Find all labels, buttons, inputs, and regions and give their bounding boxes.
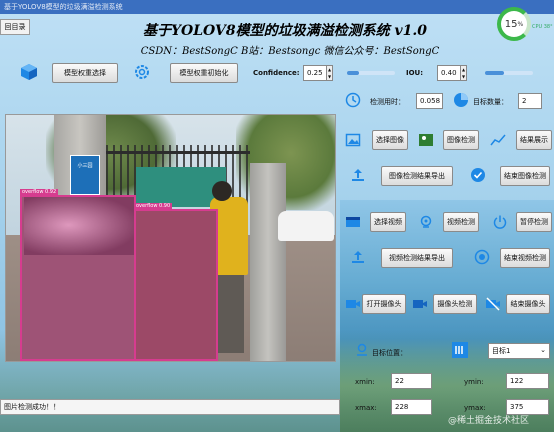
iou-spinner[interactable]: ▲ ▼: [460, 65, 467, 81]
export-icon: [351, 250, 365, 264]
detect-video-button[interactable]: 视频检测: [443, 212, 479, 232]
target-count-value: 2: [518, 93, 542, 109]
confidence-slider-fill: [347, 71, 359, 75]
detect-time-value: 0.058: [416, 93, 443, 109]
detection-label: overflow 0.92: [20, 189, 59, 196]
window-title: 基于YOLOV8模型的垃圾满溢检测系统: [4, 3, 123, 11]
confidence-slider[interactable]: [347, 71, 395, 75]
confidence-label: Confidence:: [253, 69, 300, 77]
export-image-result-button[interactable]: 图像检测结果导出: [381, 166, 453, 186]
target-select[interactable]: 目标1 ⌄: [488, 343, 550, 359]
back-to-menu-button[interactable]: 回目录: [0, 19, 30, 35]
end-video-detect-button[interactable]: 结束视频检测: [500, 248, 550, 268]
xmax-value: 228: [391, 399, 432, 415]
xmin-label: xmin:: [355, 378, 375, 386]
watermark: @稀土掘金技术社区: [448, 416, 530, 426]
export-video-result-button[interactable]: 视频检测结果导出: [381, 248, 453, 268]
ymin-label: ymin:: [464, 378, 484, 386]
app-title: 基于YOLOV8模型的垃圾满溢检测系统 v1.0: [143, 23, 427, 39]
ymin-value: 122: [506, 373, 549, 389]
init-model-button[interactable]: 模型权重初始化: [170, 63, 238, 83]
chevron-down-icon: ⌄: [540, 346, 546, 354]
video-icon: [345, 214, 361, 230]
camera-off-icon: [485, 296, 501, 312]
detection-label: overflow 0.90: [134, 203, 173, 210]
iou-slider-fill: [485, 71, 505, 75]
detect-camera-button[interactable]: 摄像头检测: [433, 294, 477, 314]
scene-pillar-right: [250, 163, 286, 361]
target-select-value: 目标1: [492, 347, 511, 355]
detect-time-label: 检测用时：: [370, 98, 405, 106]
detection-box: overflow 0.92: [20, 189, 136, 361]
scene-sign: 小三园: [70, 155, 100, 195]
image-icon: [345, 132, 361, 148]
show-result-button[interactable]: 结果展示: [516, 130, 552, 150]
scene-sign-text: 小三园: [77, 163, 93, 169]
confidence-input[interactable]: 0.25: [303, 65, 327, 81]
performance-score-ring: 15%: [497, 7, 531, 41]
end-camera-button[interactable]: 结束摄像头: [506, 294, 550, 314]
power-icon: [492, 214, 508, 230]
iou-label: IOU:: [406, 69, 424, 77]
ymax-label: ymax:: [464, 404, 486, 412]
status-bar: 图片检测成功！！: [0, 399, 340, 415]
iou-slider[interactable]: [485, 71, 533, 75]
cpu-temp: CPU 38°: [532, 24, 553, 30]
app-subtitle: CSDN：BestSongC B站：Bestsongc 微信公众号：BestSo…: [140, 46, 440, 57]
clock-icon: [345, 92, 361, 108]
detect-image-button[interactable]: 图像检测: [443, 130, 479, 150]
performance-score-unit: %: [517, 20, 524, 28]
target-location-icon: [355, 343, 369, 357]
gear-icon: [134, 64, 150, 80]
target-list-icon: [452, 342, 468, 358]
cube-icon: [20, 63, 38, 81]
select-video-button[interactable]: 选择视频: [370, 212, 406, 232]
target-position-label: 目标位置：: [372, 349, 407, 357]
webcam-icon: [412, 296, 428, 312]
scene-car: [278, 211, 334, 241]
pie-chart-icon: [453, 92, 469, 108]
stop-circle-icon: [474, 249, 490, 265]
line-chart-icon: [490, 132, 506, 148]
scene-fence-rail: [106, 151, 250, 154]
photo-detect-icon: [418, 132, 434, 148]
performance-score: 15: [504, 18, 518, 30]
detection-box: overflow 0.90: [134, 203, 218, 361]
select-image-button[interactable]: 选择图像: [372, 130, 408, 150]
scene-person-head: [212, 181, 232, 201]
check-circle-icon: [470, 167, 486, 183]
detection-image-panel: 小三园 overflow 0.92 overflow 0.90: [5, 114, 336, 362]
end-image-detect-button[interactable]: 结束图像检测: [500, 166, 550, 186]
target-count-label: 目标数量：: [473, 98, 508, 106]
confidence-spinner[interactable]: ▲ ▼: [326, 65, 333, 81]
upload-icon: [351, 168, 365, 182]
xmin-value: 22: [391, 373, 432, 389]
window-titlebar[interactable]: 基于YOLOV8模型的垃圾满溢检测系统: [0, 0, 554, 14]
camera-icon: [345, 296, 361, 312]
scene-person-legs: [214, 273, 244, 353]
open-camera-button[interactable]: 打开摄像头: [362, 294, 406, 314]
xmax-label: xmax:: [355, 404, 377, 412]
location-pin-icon: [418, 214, 434, 230]
status-message: 图片检测成功！！: [4, 403, 60, 411]
pause-detect-button[interactable]: 暂停检测: [516, 212, 552, 232]
select-model-button[interactable]: 模型权重选择: [52, 63, 118, 83]
iou-input[interactable]: 0.40: [437, 65, 461, 81]
